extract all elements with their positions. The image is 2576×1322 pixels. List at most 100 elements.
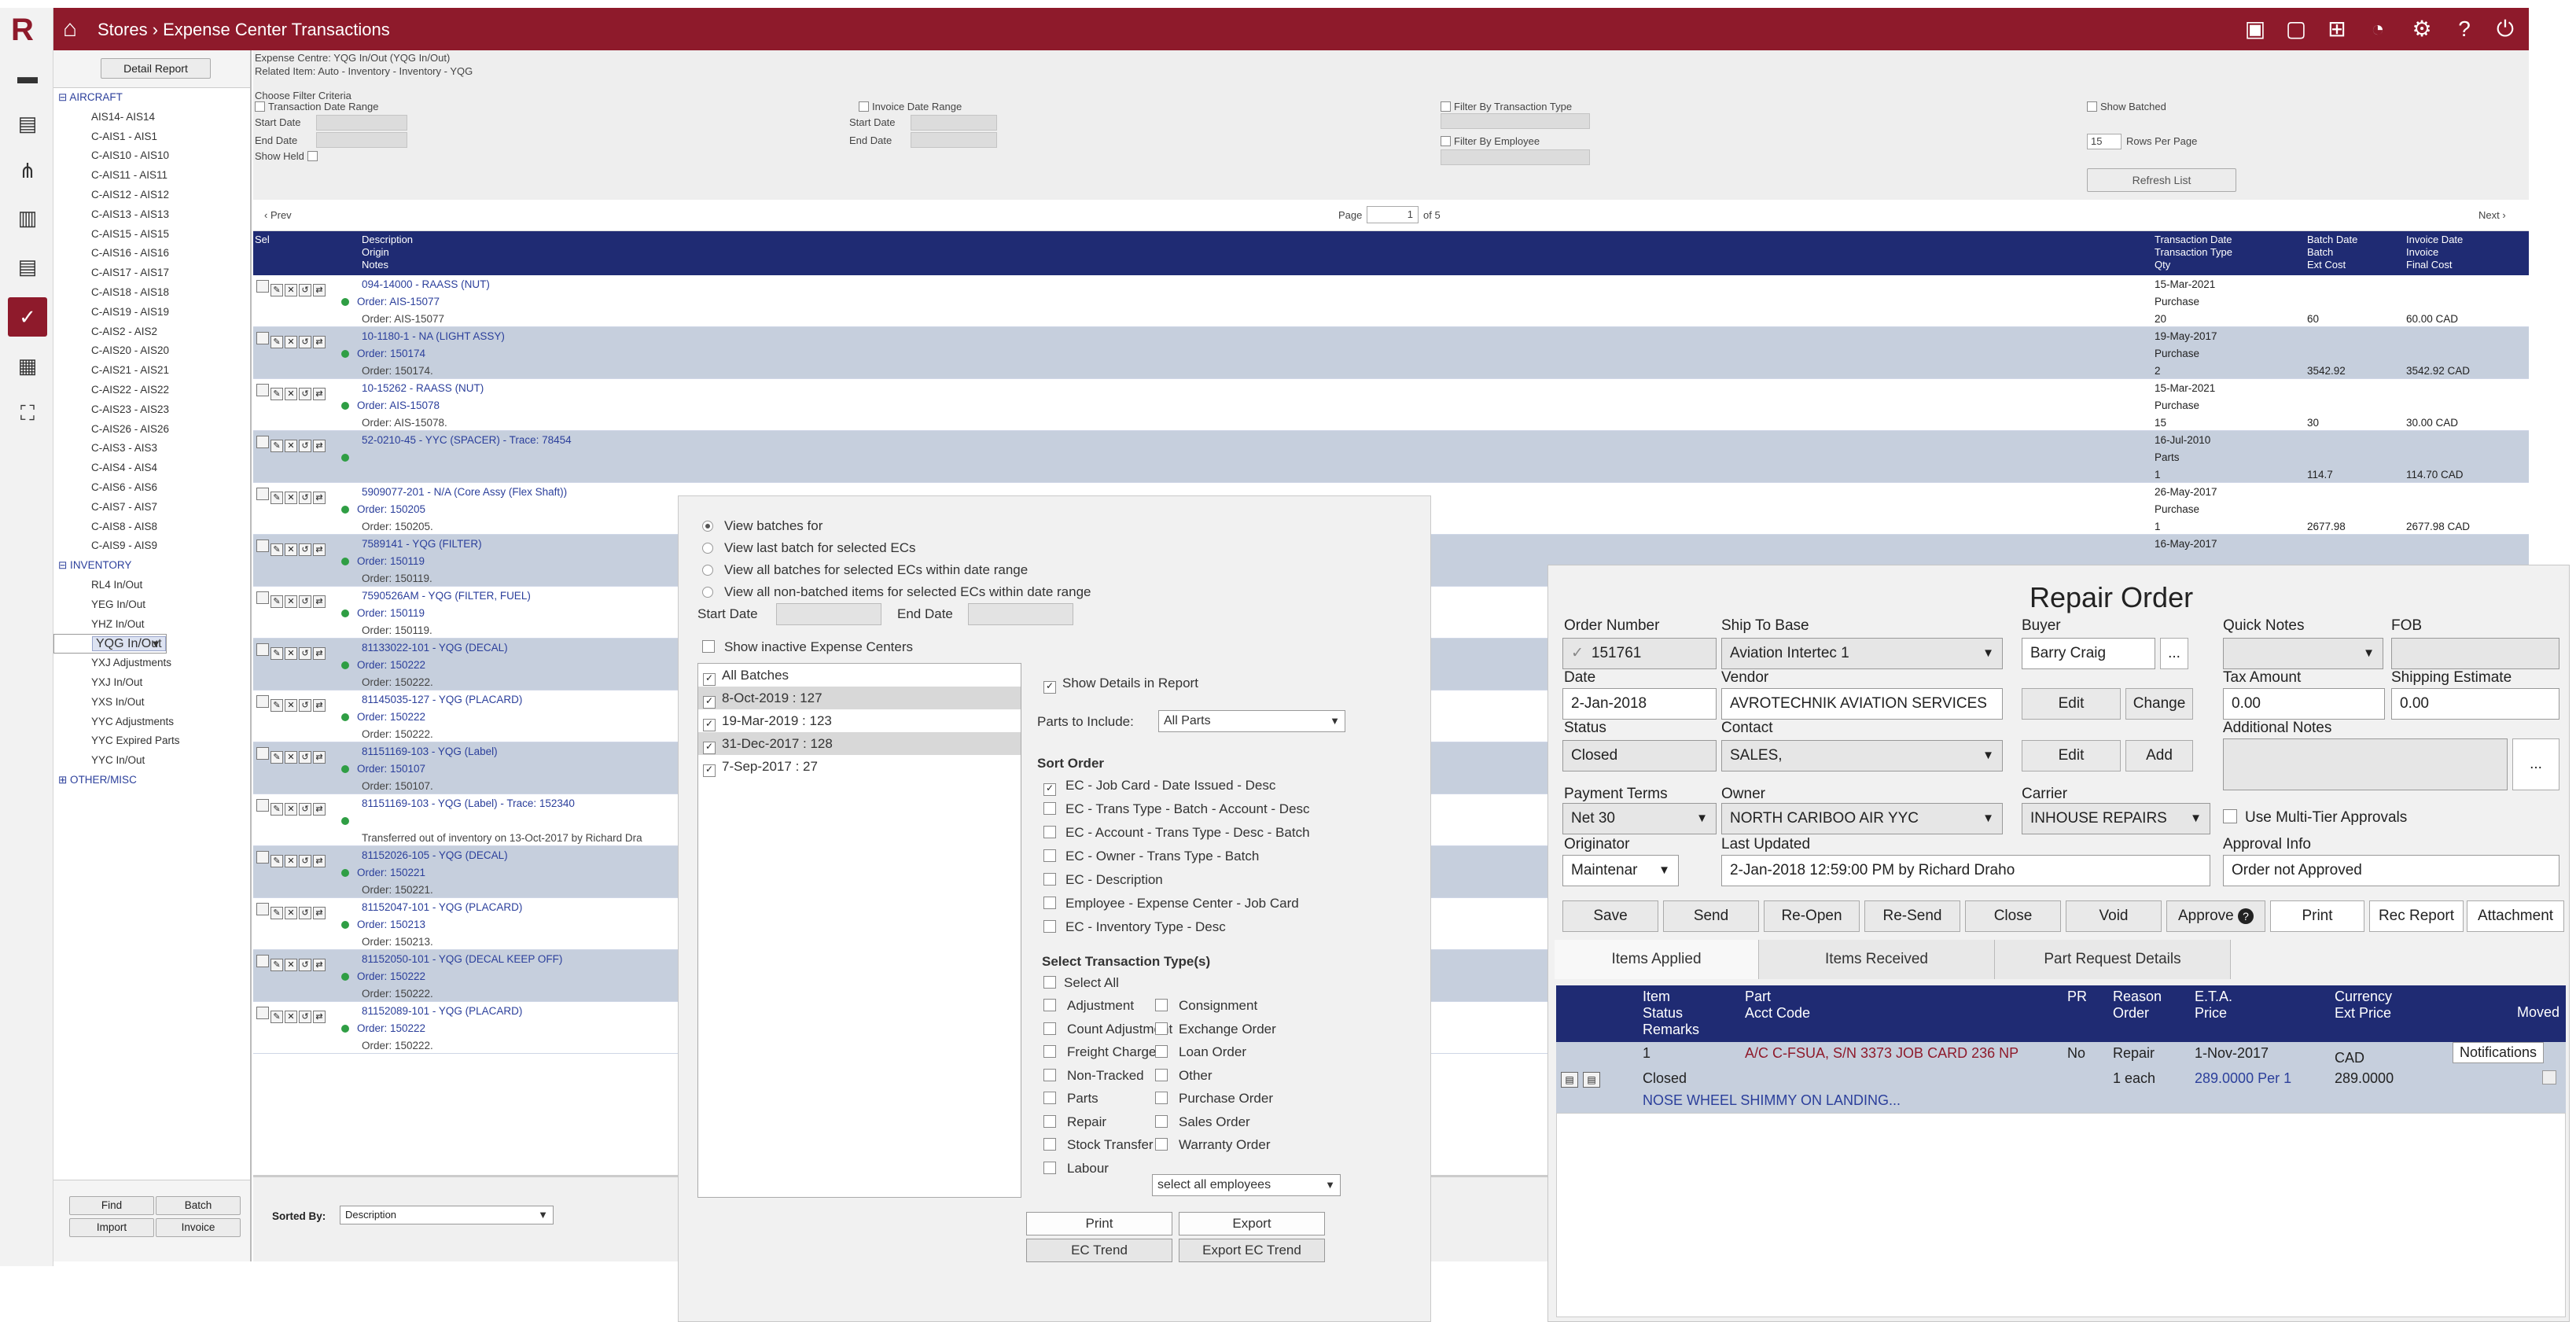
- undo-icon[interactable]: ↺: [299, 440, 311, 452]
- filter-employee-option[interactable]: Filter By Employee: [1441, 135, 1540, 147]
- sort-option[interactable]: EC - Account - Trans Type - Desc - Batch: [1043, 825, 1310, 841]
- detail-report-button[interactable]: Detail Report: [101, 58, 211, 79]
- filter-employee-checkbox[interactable]: [1441, 136, 1451, 146]
- type-option[interactable]: Sales Order: [1155, 1114, 1250, 1130]
- sort-checkbox[interactable]: [1043, 849, 1056, 862]
- table-row[interactable]: ✎ ✕ ↺ ⇄ 10-1180-1 - NA (LIGHT ASSY) Order: 15…: [253, 327, 2529, 379]
- carrier-select[interactable]: INHOUSE REPAIRS: [2022, 803, 2210, 834]
- report-icon[interactable]: ▥: [14, 204, 41, 231]
- row-description[interactable]: 5909077-201 - N/A (Core Assy (Flex Shaft…: [362, 486, 567, 498]
- folder-icon[interactable]: ▬: [14, 63, 41, 90]
- edit-icon[interactable]: ✎: [270, 855, 283, 867]
- type-checkbox[interactable]: [1155, 1045, 1168, 1058]
- delete-icon[interactable]: ✕: [285, 543, 297, 556]
- vendor-change-button[interactable]: Change: [2125, 688, 2193, 720]
- multi-tier-checkbox[interactable]: [2223, 809, 2237, 823]
- type-checkbox[interactable]: [1043, 1045, 1056, 1058]
- type-checkbox[interactable]: [1155, 1068, 1168, 1081]
- row-description[interactable]: 81152026-105 - YQG (DECAL): [362, 849, 508, 861]
- radio-view-batches[interactable]: View batches for: [702, 518, 822, 534]
- tab-items-applied[interactable]: Items Applied: [1555, 940, 1759, 979]
- type-option[interactable]: Stock Transfer: [1043, 1137, 1154, 1153]
- batch-item[interactable]: 7-Sep-2017 : 27: [698, 755, 1021, 778]
- notifications-button[interactable]: Notifications: [2453, 1042, 2545, 1063]
- multi-tier-option[interactable]: Use Multi-Tier Approvals: [2223, 809, 2407, 827]
- undo-icon[interactable]: ↺: [299, 336, 311, 348]
- invoice-date-range-option[interactable]: Invoice Date Range: [859, 101, 962, 112]
- transfer-icon[interactable]: ⇄: [313, 751, 326, 764]
- row-description[interactable]: 81151169-103 - YQG (Label): [362, 746, 498, 757]
- edit-icon[interactable]: ✎: [270, 1011, 283, 1023]
- undo-icon[interactable]: ↺: [299, 1011, 311, 1023]
- power-icon[interactable]: ⏻: [2491, 15, 2519, 43]
- transfer-icon[interactable]: ⇄: [313, 284, 326, 296]
- tree-item[interactable]: YXJ Adjustments: [53, 654, 250, 673]
- sort-option[interactable]: EC - Trans Type - Batch - Account - Desc: [1043, 801, 1310, 817]
- show-details-option[interactable]: Show Details in Report: [1043, 676, 1198, 694]
- sort-option[interactable]: EC - Job Card - Date Issued - Desc: [1043, 778, 1275, 796]
- tree-item[interactable]: C-AIS20 - AIS20: [53, 341, 250, 361]
- delete-icon[interactable]: ✕: [285, 440, 297, 452]
- select-checkbox[interactable]: [256, 539, 269, 552]
- batch-checkbox[interactable]: [703, 673, 716, 686]
- select-checkbox[interactable]: [256, 384, 269, 396]
- select-checkbox[interactable]: [256, 436, 269, 448]
- tree-item[interactable]: RL4 In/Out: [53, 576, 250, 595]
- transfer-icon[interactable]: ⇄: [313, 388, 326, 400]
- transfer-icon[interactable]: ⇄: [313, 959, 326, 971]
- tree-item[interactable]: C-AIS21 - AIS21: [53, 361, 250, 381]
- radio-last-batch[interactable]: View last batch for selected ECs: [702, 540, 915, 556]
- table-row[interactable]: ✎ ✕ ↺ ⇄ 10-15262 - RAASS (NUT) Order: AIS-150…: [253, 379, 2529, 431]
- ec-trend-button[interactable]: EC Trend: [1026, 1239, 1172, 1262]
- undo-icon[interactable]: ↺: [299, 647, 311, 660]
- sort-checkbox[interactable]: [1043, 897, 1056, 909]
- transaction-date-range-option[interactable]: Transaction Date Range: [255, 101, 378, 112]
- type-option[interactable]: Consignment: [1155, 998, 1257, 1014]
- quick-notes-select[interactable]: [2223, 638, 2383, 669]
- type-checkbox[interactable]: [1043, 1022, 1056, 1035]
- date-field[interactable]: 2-Jan-2018: [1562, 688, 1717, 720]
- transfer-icon[interactable]: ⇄: [313, 440, 326, 452]
- edit-icon[interactable]: ✎: [270, 388, 283, 400]
- batch-item[interactable]: 31-Dec-2017 : 128: [698, 732, 1021, 755]
- delete-icon[interactable]: ✕: [285, 803, 297, 816]
- refresh-list-button[interactable]: Refresh List: [2087, 168, 2236, 192]
- tree-item[interactable]: C-AIS15 - AIS15: [53, 225, 250, 245]
- delete-icon[interactable]: ✕: [285, 699, 297, 712]
- select-checkbox[interactable]: [256, 1007, 269, 1019]
- undo-icon[interactable]: ↺: [299, 751, 311, 764]
- tree-item[interactable]: C-AIS12 - AIS12: [53, 186, 250, 205]
- tree-group[interactable]: ⊞ OTHER/MISC: [53, 771, 250, 790]
- transfer-icon[interactable]: ⇄: [313, 803, 326, 816]
- sort-option[interactable]: EC - Owner - Trans Type - Batch: [1043, 849, 1259, 864]
- row-description[interactable]: 7590526AM - YQG (FILTER, FUEL): [362, 590, 531, 602]
- undo-icon[interactable]: ↺: [299, 907, 311, 919]
- type-checkbox[interactable]: [1155, 1092, 1168, 1104]
- tree-item[interactable]: YXS In/Out: [53, 693, 250, 713]
- edit-icon[interactable]: ✎: [270, 751, 283, 764]
- send-button[interactable]: Send: [1663, 900, 1759, 932]
- batch-item[interactable]: 8-Oct-2019 : 127: [698, 687, 1021, 709]
- tree-item[interactable]: YEG In/Out: [53, 595, 250, 615]
- row-description[interactable]: 81152050-101 - YQG (DECAL KEEP OFF): [362, 953, 562, 965]
- document-lines-icon[interactable]: ▤: [14, 253, 41, 280]
- row-description[interactable]: 81133022-101 - YQG (DECAL): [362, 642, 508, 654]
- batch-checkbox[interactable]: [703, 764, 716, 777]
- tree-item[interactable]: YYC In/Out: [53, 751, 250, 771]
- batch-checkbox[interactable]: [703, 742, 716, 754]
- export-ec-trend-button[interactable]: Export EC Trend: [1179, 1239, 1325, 1262]
- item-part[interactable]: A/C C-FSUA, S/N 3373 JOB CARD 236 NP: [1745, 1045, 2018, 1062]
- show-batched-checkbox[interactable]: [2087, 101, 2097, 112]
- undo-icon[interactable]: ↺: [299, 595, 311, 608]
- type-checkbox[interactable]: [1155, 1138, 1168, 1151]
- calculator-icon[interactable]: ▦: [14, 352, 41, 379]
- report-start-date-input[interactable]: [776, 603, 881, 625]
- tree-item[interactable]: C-AIS3 - AIS3: [53, 439, 250, 458]
- type-checkbox[interactable]: [1043, 1138, 1056, 1151]
- edit-icon[interactable]: ✎: [270, 336, 283, 348]
- moved-checkbox[interactable]: [2542, 1070, 2556, 1084]
- radio-dot[interactable]: [702, 565, 713, 576]
- select-checkbox[interactable]: [256, 643, 269, 656]
- tree-item[interactable]: C-AIS9 - AIS9: [53, 536, 250, 556]
- row-description[interactable]: 52-0210-45 - YYC (SPACER) - Trace: 78454: [362, 434, 572, 446]
